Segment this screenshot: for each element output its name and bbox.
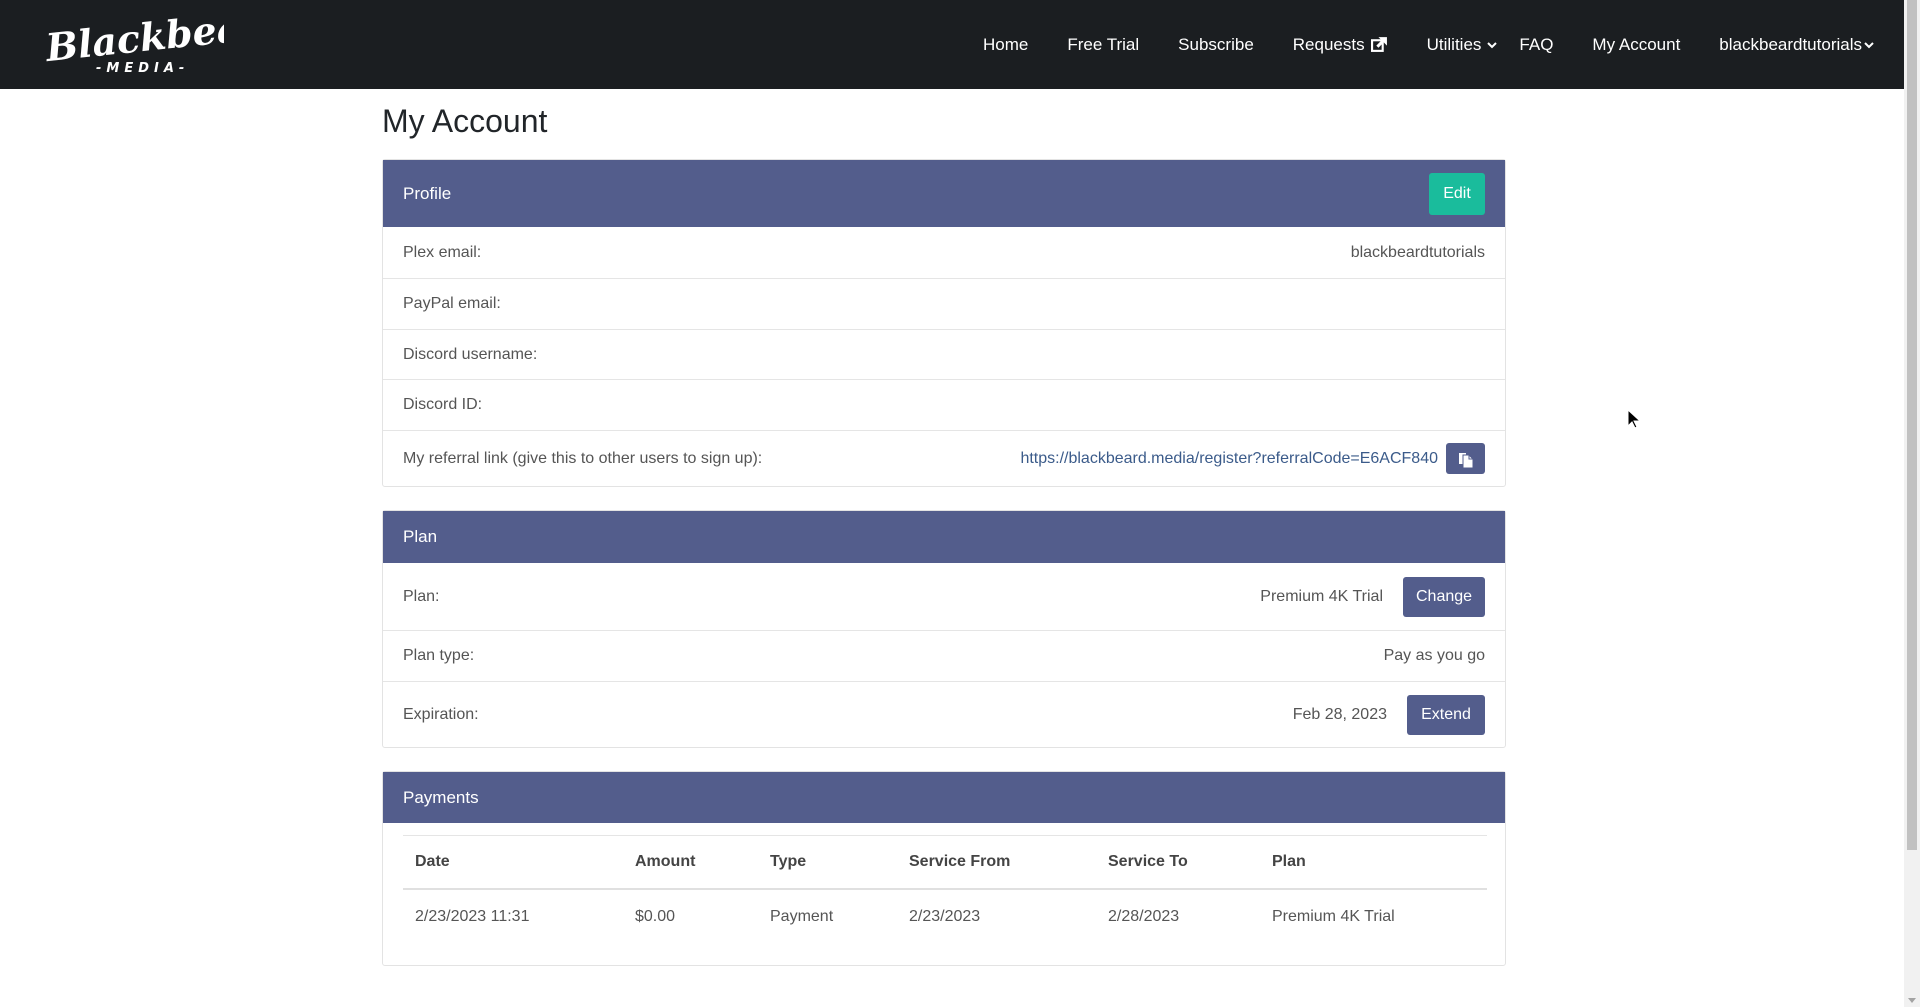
profile-card-header: Profile Edit [383, 160, 1505, 227]
page-scrollbar[interactable] [1904, 0, 1920, 1007]
expiration-label: Expiration: [403, 705, 479, 723]
payments-card-header: Payments [383, 772, 1505, 823]
referral-link[interactable]: https://blackbeard.media/register?referr… [1020, 450, 1438, 468]
cell-plan: Premium 4K Trial [1272, 908, 1395, 925]
plan-card-header: Plan [383, 511, 1505, 563]
plex-email-value: blackbeardtutorials [1350, 243, 1485, 261]
profile-row-discord-username: Discord username: [383, 329, 1505, 379]
col-service-to: Service To [1096, 835, 1260, 890]
nav-user-menu-label: blackbeardtutorials [1719, 34, 1862, 54]
nav-requests-label: Requests [1292, 34, 1365, 54]
cell-type: Payment [770, 908, 834, 925]
discord-id-label: Discord ID: [403, 396, 483, 413]
plan-header-title: Plan [403, 527, 438, 546]
col-amount: Amount [623, 835, 758, 890]
payments-card: Payments Date Amount Type Service From S… [382, 771, 1506, 966]
nav-user-menu[interactable]: blackbeardtutorials [1719, 35, 1874, 55]
nav-utilities-label: Utilities [1426, 34, 1482, 54]
plan-card: Plan Plan: Premium 4K Trial Change Plan … [382, 510, 1506, 748]
payments-table: Date Amount Type Service From Service To… [403, 835, 1487, 944]
plan-row-plan: Plan: Premium 4K Trial Change [383, 563, 1505, 630]
scrollbar-thumb[interactable] [1907, 0, 1917, 850]
copy-icon [1458, 452, 1473, 468]
external-link-icon [1370, 37, 1387, 52]
col-date: Date [403, 835, 623, 890]
plan-type-value: Pay as you go [1383, 647, 1485, 664]
discord-username-label: Discord username: [403, 345, 538, 363]
scroll-down-arrow-icon[interactable] [1908, 998, 1916, 1003]
profile-row-plex-email: Plex email: blackbeardtutorials [383, 227, 1505, 278]
payments-header-title: Payments [403, 787, 479, 807]
brand-logo[interactable]: Blackbeard -MEDIA- [43, 0, 290, 78]
profile-row-referral-link: My referral link (give this to other use… [383, 430, 1505, 486]
cell-amount: $0.00 [635, 908, 676, 925]
cell-date: 2/23/2023 11:31 [415, 908, 530, 925]
plan-label: Plan: [403, 587, 440, 605]
plan-row-plan-type: Plan type: Pay as you go [383, 630, 1505, 681]
nav-home[interactable]: Home [983, 35, 1028, 55]
nav-utilities[interactable]: Utilities [1427, 35, 1498, 55]
nav-free-trial[interactable]: Free Trial [1067, 35, 1139, 55]
table-row: 2/23/2023 11:31 $0.00 Payment 2/23/2023 … [403, 889, 1487, 944]
nav-subscribe[interactable]: Subscribe [1178, 35, 1254, 55]
cell-service-from: 2/23/2023 [909, 908, 981, 925]
plan-type-label: Plan type: [403, 647, 475, 664]
profile-row-paypal-email: PayPal email: [383, 278, 1505, 329]
payments-table-header-row: Date Amount Type Service From Service To… [403, 835, 1487, 890]
change-plan-button[interactable]: Change [1403, 576, 1485, 617]
chevron-down-icon [1864, 41, 1874, 48]
nav-subscribe-label: Subscribe [1178, 34, 1254, 54]
nav-my-account[interactable]: My Account [1592, 35, 1680, 55]
profile-row-discord-id: Discord ID: [383, 379, 1505, 430]
profile-card: Profile Edit Plex email: blackbeardtutor… [382, 159, 1506, 487]
profile-header-title: Profile [403, 183, 452, 203]
paypal-email-label: PayPal email: [403, 295, 501, 312]
copy-referral-button[interactable] [1446, 443, 1485, 474]
nav-free-trial-label: Free Trial [1067, 34, 1140, 54]
plan-value: Premium 4K Trial [1260, 587, 1383, 605]
edit-profile-button[interactable]: Edit [1429, 172, 1485, 215]
col-plan: Plan [1260, 835, 1487, 890]
cell-service-to: 2/28/2023 [1108, 908, 1180, 925]
col-service-from: Service From [897, 835, 1096, 890]
expiration-value: Feb 28, 2023 [1292, 705, 1387, 723]
nav-faq[interactable]: FAQ [1519, 35, 1553, 55]
nav-home-label: Home [983, 34, 1029, 54]
top-navbar: Blackbeard -MEDIA- Home Free Trial Subsc… [0, 0, 1904, 89]
plex-email-label: Plex email: [403, 243, 482, 261]
svg-text:-MEDIA-: -MEDIA- [96, 61, 189, 76]
nav-my-account-label: My Account [1592, 34, 1681, 54]
chevron-down-icon [1487, 41, 1498, 48]
page-title: My Account [382, 103, 548, 139]
nav-faq-label: FAQ [1519, 34, 1554, 54]
nav-requests[interactable]: Requests [1293, 35, 1388, 55]
mouse-cursor-icon [1627, 409, 1641, 429]
extend-plan-button[interactable]: Extend [1407, 694, 1485, 735]
col-type: Type [758, 835, 897, 890]
plan-row-expiration: Expiration: Feb 28, 2023 Extend [383, 681, 1505, 747]
referral-link-label: My referral link (give this to other use… [403, 449, 763, 467]
